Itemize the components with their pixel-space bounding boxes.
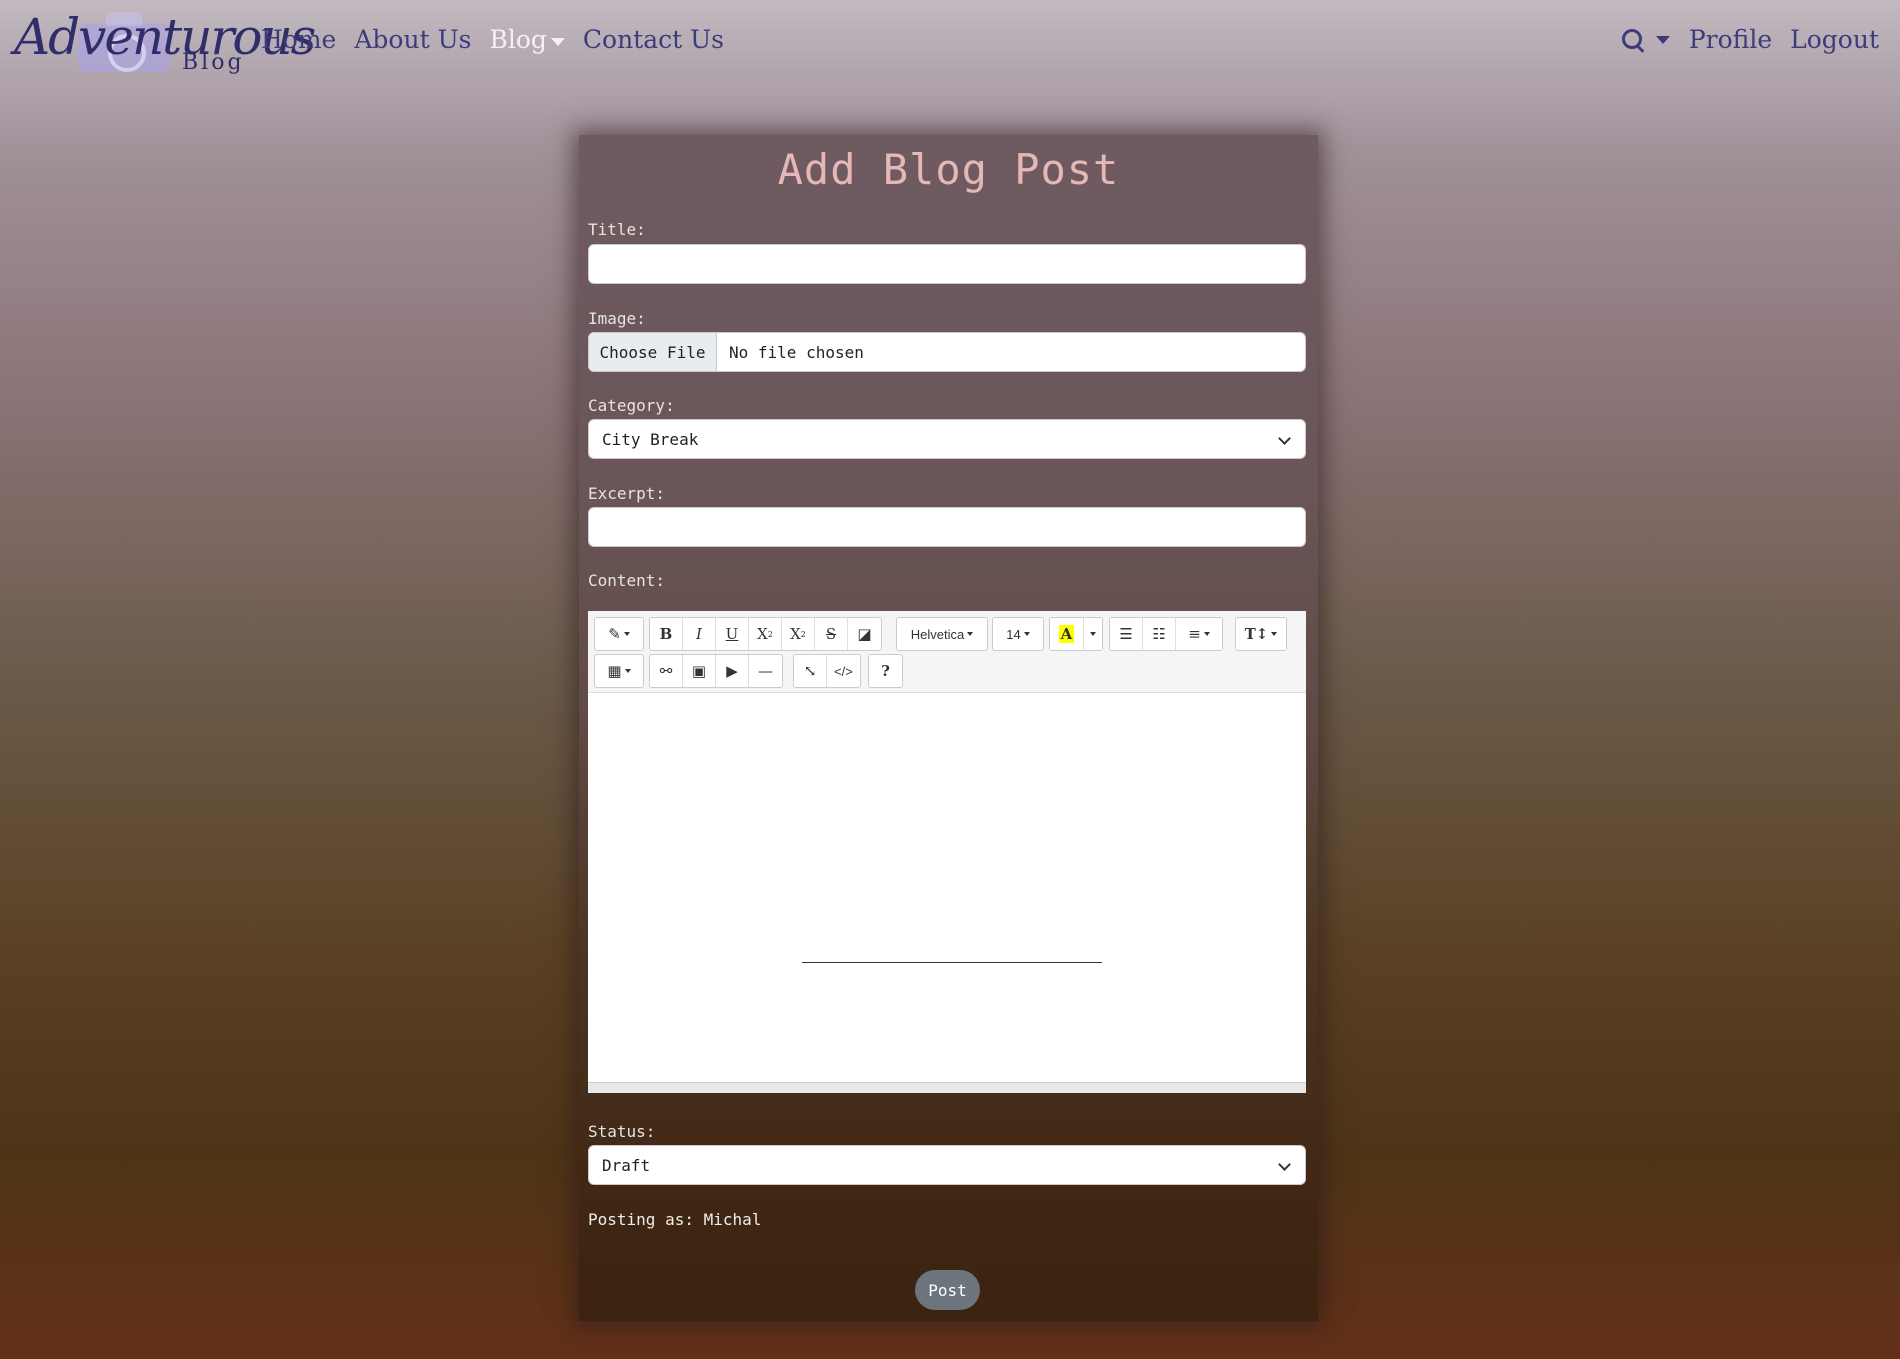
nav-blog-dropdown[interactable]: Blog (480, 22, 573, 58)
file-status: No file chosen (729, 342, 864, 362)
paragraph-group: ☰ ☷ ≡ (1109, 617, 1223, 651)
content-editor: ✎ B I U X2 X2 S ◪ Helvetica 14 A ☰ ☷ ≡ T… (588, 611, 1306, 1093)
search-dropdown[interactable] (1612, 29, 1680, 51)
table-group: ▦ (594, 654, 644, 688)
choose-file-button[interactable]: Choose File (589, 333, 717, 371)
nav-links: Home About Us Blog Contact Us (252, 22, 733, 58)
logo-subtext: Blog (182, 50, 245, 75)
content-label: Content: (588, 571, 666, 590)
fullscreen-icon[interactable]: ⤡ (794, 655, 827, 687)
table-icon[interactable]: ▦ (595, 655, 643, 687)
editor-content-area[interactable] (588, 692, 1306, 1082)
video-icon[interactable]: ▶ (716, 655, 749, 687)
editor-divider (802, 962, 1102, 963)
category-label: Category: (588, 396, 675, 415)
ul-icon[interactable]: ☰ (1110, 618, 1143, 650)
ol-icon[interactable]: ☷ (1143, 618, 1176, 650)
superscript-icon[interactable]: X2 (749, 618, 782, 650)
nav-logout[interactable]: Logout (1781, 22, 1888, 58)
help-icon[interactable]: ? (869, 655, 902, 687)
strikethrough-icon[interactable]: S (815, 618, 848, 650)
bold-icon[interactable]: B (650, 618, 683, 650)
status-value: Draft (602, 1155, 651, 1175)
hr-icon[interactable]: — (749, 655, 782, 687)
insert-group: ⚯ ▣ ▶ — (649, 654, 783, 688)
font-family-dropdown[interactable]: Helvetica (896, 617, 988, 651)
nav-profile[interactable]: Profile (1680, 22, 1781, 58)
status-select[interactable]: Draft (588, 1145, 1306, 1185)
nav-right: Profile Logout (1612, 22, 1888, 58)
underline-icon[interactable]: U (716, 618, 749, 650)
site-logo[interactable]: Adventurous Blog (14, 6, 316, 80)
status-label: Status: (588, 1122, 656, 1141)
italic-icon[interactable]: I (683, 618, 716, 650)
page-title: Add Blog Post (777, 145, 1120, 194)
chevron-down-icon (1278, 432, 1291, 445)
chevron-down-icon (1655, 36, 1670, 44)
format-group: B I U X2 X2 S ◪ (649, 617, 882, 651)
chevron-down-icon (550, 37, 565, 46)
font-size-value: 14 (1006, 626, 1021, 642)
picture-icon[interactable]: ▣ (683, 655, 716, 687)
color-dropdown-icon[interactable] (1084, 618, 1102, 650)
subscript-icon[interactable]: X2 (782, 618, 815, 650)
nav-contact-us[interactable]: Contact Us (574, 22, 733, 58)
image-label: Image: (588, 309, 646, 328)
post-button[interactable]: Post (915, 1270, 980, 1310)
category-value: City Break (602, 429, 699, 449)
eraser-icon[interactable]: ◪ (848, 618, 881, 650)
view-group: ⤡ </> (793, 654, 861, 688)
line-height-dropdown[interactable]: T↕ (1235, 617, 1287, 651)
nav-blog-label: Blog (489, 25, 547, 54)
color-icon[interactable]: A (1050, 618, 1084, 650)
search-icon (1621, 29, 1644, 51)
navbar: Adventurous Blog Home About Us Blog Cont… (0, 0, 1900, 80)
codeview-icon[interactable]: </> (827, 655, 860, 687)
editor-resize-bar[interactable] (588, 1082, 1306, 1093)
title-label: Title: (588, 220, 646, 239)
line-height-icon: T↕ (1236, 618, 1286, 650)
add-post-card: Add Blog Post Title: Image: Choose File … (579, 135, 1318, 1321)
posting-as: Posting as: Michal (588, 1210, 762, 1229)
excerpt-label: Excerpt: (588, 484, 666, 503)
font-size-dropdown[interactable]: 14 (992, 617, 1044, 651)
image-file-input[interactable]: Choose File No file chosen (588, 332, 1306, 372)
category-select[interactable]: City Break (588, 419, 1306, 459)
help-group: ? (868, 654, 903, 688)
font-family-value: Helvetica (910, 626, 965, 642)
link-icon[interactable]: ⚯ (650, 655, 683, 687)
excerpt-input[interactable] (588, 507, 1306, 547)
nav-home[interactable]: Home (252, 22, 345, 58)
color-group: A (1049, 617, 1103, 651)
title-input[interactable] (588, 244, 1306, 284)
style-group: ✎ (594, 617, 644, 651)
align-icon[interactable]: ≡ (1176, 618, 1222, 650)
chevron-down-icon (1278, 1158, 1291, 1171)
magic-icon[interactable]: ✎ (595, 618, 643, 650)
editor-toolbar: ✎ B I U X2 X2 S ◪ Helvetica 14 A ☰ ☷ ≡ T… (588, 611, 1306, 693)
nav-about-us[interactable]: About Us (345, 22, 480, 58)
